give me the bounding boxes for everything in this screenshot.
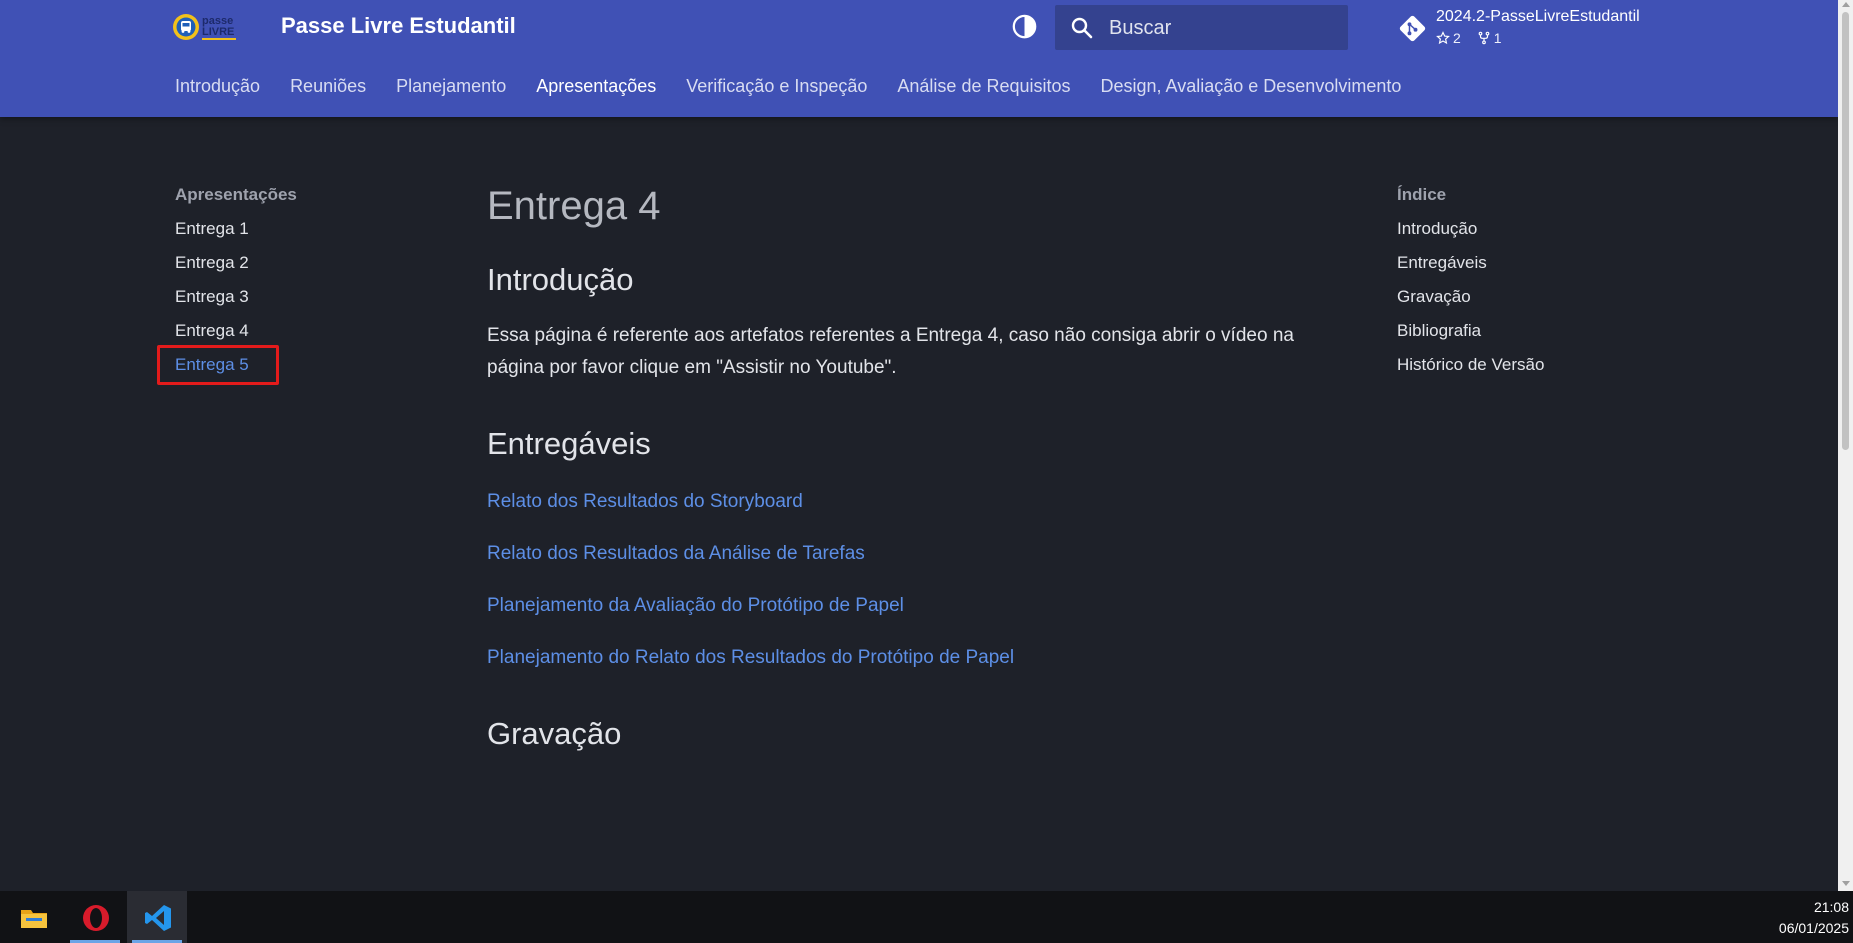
taskbar-file-explorer-button[interactable] bbox=[3, 891, 63, 943]
star-icon bbox=[1436, 31, 1450, 45]
scroll-thumb[interactable] bbox=[1842, 12, 1849, 450]
scroll-down-arrow-icon[interactable] bbox=[1842, 881, 1850, 886]
site-logo[interactable]: passe LIVRE bbox=[172, 11, 242, 43]
repository-name: 2024.2-PasseLivreEstudantil bbox=[1436, 8, 1640, 25]
taskbar-opera-button[interactable] bbox=[65, 891, 125, 943]
tab-planejamento[interactable]: Planejamento bbox=[396, 76, 506, 100]
deliverables-list: Relato dos Resultados do Storyboard Rela… bbox=[487, 476, 1347, 684]
scroll-up-arrow-icon[interactable] bbox=[1842, 2, 1850, 7]
star-count: 2 bbox=[1453, 30, 1461, 46]
tab-reunioes[interactable]: Reuniões bbox=[290, 76, 366, 100]
toc-item-historico-versao[interactable]: Histórico de Versão bbox=[1397, 353, 1657, 387]
toc-item-bibliografia[interactable]: Bibliografia bbox=[1397, 319, 1657, 353]
section-heading-entregaveis: Entregáveis bbox=[487, 426, 651, 461]
tab-analise-requisitos[interactable]: Análise de Requisitos bbox=[897, 76, 1070, 100]
top-tabs: Introdução Reuniões Planejamento Apresen… bbox=[175, 76, 1431, 100]
git-icon bbox=[1399, 15, 1426, 42]
toc-item-gravacao[interactable]: Gravação bbox=[1397, 285, 1657, 319]
contrast-icon bbox=[1012, 14, 1037, 39]
fork-count: 1 bbox=[1493, 30, 1502, 46]
search-input[interactable] bbox=[1109, 13, 1334, 43]
sidebar-title: Apresentações bbox=[175, 185, 297, 204]
highlight-annotation-box bbox=[157, 345, 279, 385]
svg-text:LIVRE: LIVRE bbox=[202, 26, 234, 38]
section-heading-gravacao: Gravação bbox=[487, 716, 622, 751]
sidebar-item-entrega-3[interactable]: Entrega 3 bbox=[175, 285, 435, 319]
fork-icon bbox=[1478, 31, 1490, 45]
page-title: Entrega 4 bbox=[487, 184, 661, 228]
deliverable-link[interactable]: Planejamento da Avaliação do Protótipo d… bbox=[487, 580, 1347, 632]
search-icon bbox=[1071, 17, 1093, 39]
vscode-icon bbox=[145, 905, 171, 931]
site-header: passe LIVRE Passe Livre Estudantil 2024.… bbox=[0, 0, 1838, 117]
toc-item-entregaveis[interactable]: Entregáveis bbox=[1397, 251, 1657, 285]
site-title[interactable]: Passe Livre Estudantil bbox=[281, 13, 516, 39]
toc-item-introducao[interactable]: Introdução bbox=[1397, 217, 1657, 251]
tab-introducao[interactable]: Introdução bbox=[175, 76, 260, 100]
taskbar: 21:08 06/01/2025 bbox=[0, 891, 1853, 943]
deliverable-link[interactable]: Relato dos Resultados da Análise de Tare… bbox=[487, 528, 1347, 580]
clock-date: 06/01/2025 bbox=[1778, 920, 1849, 936]
theme-toggle-button[interactable] bbox=[1011, 13, 1038, 40]
system-clock[interactable]: 21:08 06/01/2025 bbox=[1779, 897, 1849, 939]
toc-title: Índice bbox=[1397, 185, 1447, 204]
search-box[interactable] bbox=[1055, 5, 1348, 50]
sidebar-item-entrega-2[interactable]: Entrega 2 bbox=[175, 251, 435, 285]
sidebar-item-entrega-1[interactable]: Entrega 1 bbox=[175, 217, 435, 251]
file-explorer-icon bbox=[21, 910, 47, 928]
tab-verificacao-inspecao[interactable]: Verificação e Inspeção bbox=[686, 76, 867, 100]
intro-paragraph: Essa página é referente aos artefatos re… bbox=[487, 325, 1294, 378]
repository-link[interactable]: 2024.2-PasseLivreEstudantil 2 1 bbox=[1398, 8, 1658, 50]
clock-time: 21:08 bbox=[1813, 899, 1849, 915]
opera-icon bbox=[83, 905, 109, 931]
repository-stats: 2 1 bbox=[1436, 30, 1502, 46]
page-scrollbar[interactable] bbox=[1838, 0, 1853, 891]
deliverable-link[interactable]: Relato dos Resultados do Storyboard bbox=[487, 476, 1347, 528]
main-content: Entrega 4 Introdução Essa página é refer… bbox=[487, 180, 1347, 754]
section-heading-introducao: Introdução bbox=[487, 262, 634, 297]
tab-apresentacoes[interactable]: Apresentações bbox=[536, 76, 656, 100]
table-of-contents: Índice Introdução Entregáveis Gravação B… bbox=[1397, 183, 1657, 387]
tab-design-avaliacao[interactable]: Design, Avaliação e Desenvolvimento bbox=[1101, 76, 1402, 100]
deliverable-link[interactable]: Planejamento do Relato dos Resultados do… bbox=[487, 632, 1347, 684]
taskbar-vscode-button[interactable] bbox=[127, 891, 187, 943]
logo-icon: passe LIVRE bbox=[173, 14, 236, 40]
